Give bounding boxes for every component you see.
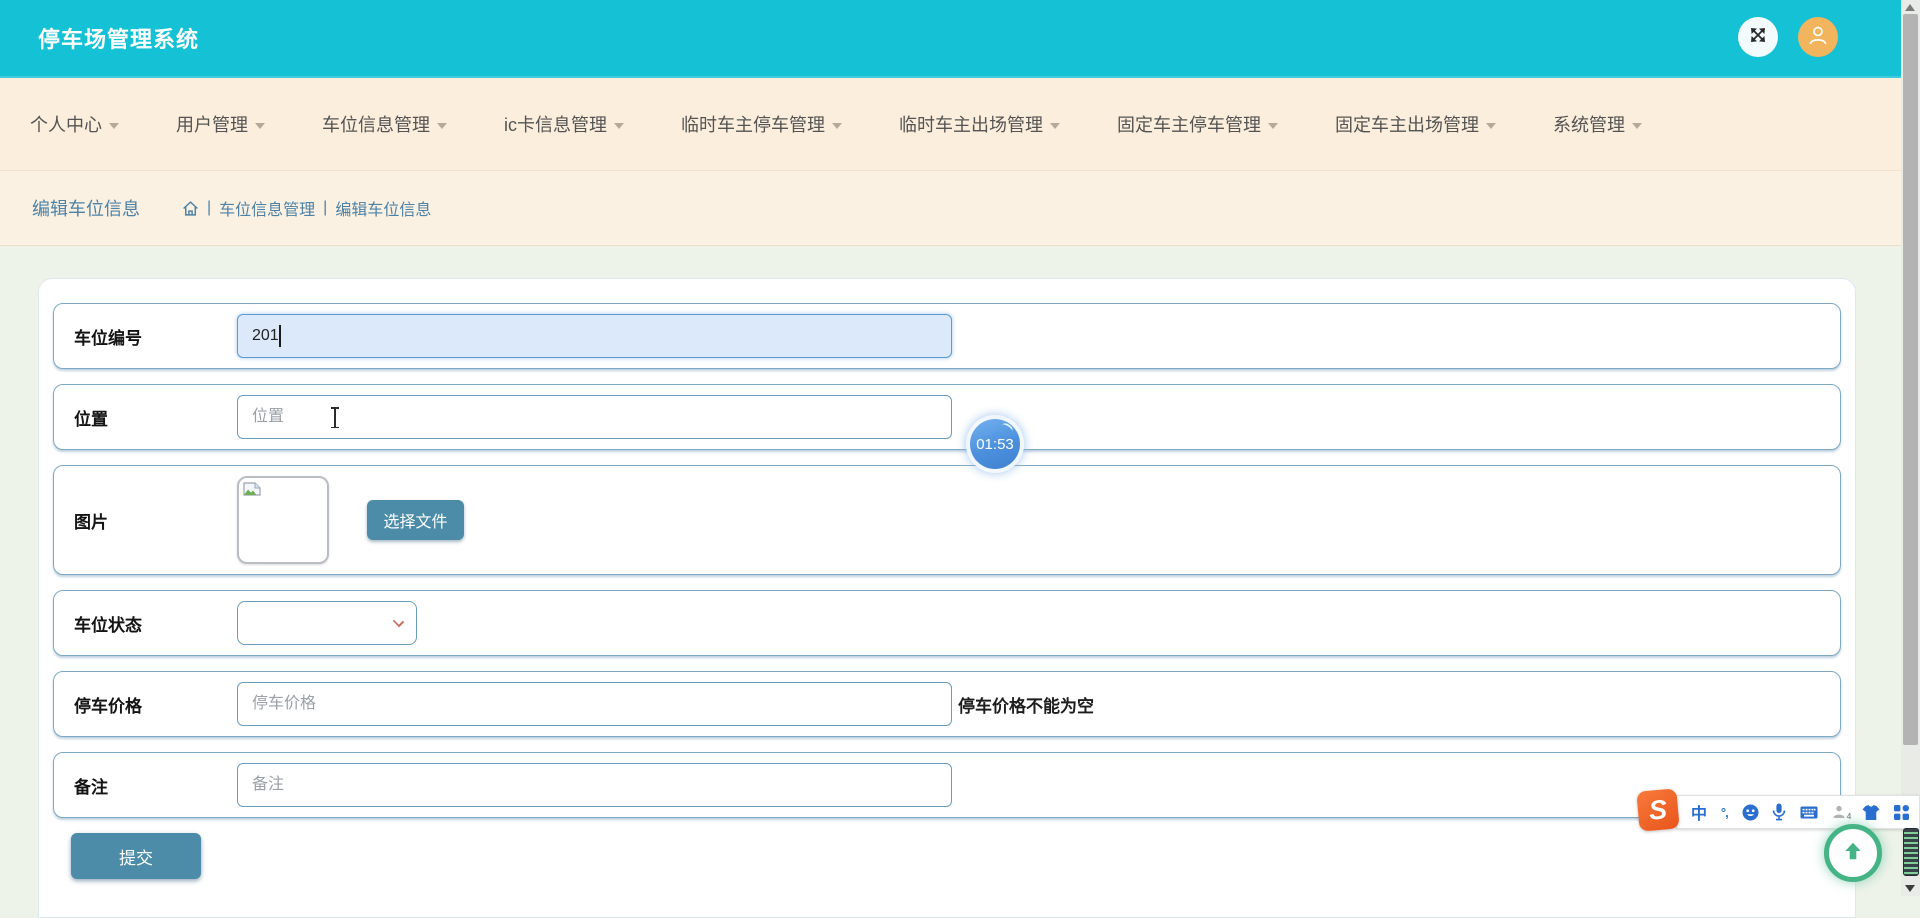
breadcrumb-separator: | xyxy=(207,199,212,216)
space-number-input[interactable] xyxy=(237,314,952,358)
chevron-down-icon xyxy=(1486,122,1496,129)
nav-item-fixed-owner-parking[interactable]: 固定车主停车管理 xyxy=(1117,111,1278,137)
ime-status-indicator xyxy=(1903,828,1919,876)
scrollbar-thumb[interactable] xyxy=(1903,14,1918,745)
sogou-ime-logo[interactable]: S xyxy=(1636,788,1680,832)
page-title: 编辑车位信息 xyxy=(32,199,140,219)
toolbox-grid-icon[interactable] xyxy=(1893,804,1909,820)
form-row-price: 停车价格 停车价格不能为空 xyxy=(53,671,1841,737)
nav-item-fixed-owner-exit[interactable]: 固定车主出场管理 xyxy=(1335,111,1496,137)
nav-item-temp-owner-parking[interactable]: 临时车主停车管理 xyxy=(681,111,842,137)
breadcrumb-bar: 编辑车位信息 | 车位信息管理 | 编辑车位信息 xyxy=(0,171,1901,246)
user-avatar[interactable] xyxy=(1798,17,1838,57)
ime-toolbar: 中 °, 4 xyxy=(1676,795,1920,829)
space-number-label: 车位编号 xyxy=(74,328,142,348)
breadcrumb-current: 编辑车位信息 xyxy=(335,202,432,219)
form-row-location: 位置 xyxy=(53,384,1841,450)
broken-image-icon xyxy=(243,482,262,507)
mouse-ibeam-cursor xyxy=(331,407,338,428)
remark-label: 备注 xyxy=(74,777,108,797)
nav-item-ic-card-info[interactable]: ic卡信息管理 xyxy=(504,111,624,137)
image-label: 图片 xyxy=(74,512,108,532)
nav-item-label: 车位信息管理 xyxy=(322,115,430,135)
status-select[interactable] xyxy=(237,601,417,645)
back-to-top-button[interactable] xyxy=(1824,824,1882,882)
edit-form-card: 车位编号 位置 图片 选择文件 车位状态 xyxy=(38,278,1856,918)
microphone-icon[interactable] xyxy=(1772,803,1786,821)
text-cursor xyxy=(279,325,281,347)
nav-item-parking-space-info[interactable]: 车位信息管理 xyxy=(322,111,447,137)
user-icon xyxy=(1806,23,1830,52)
form-row-status: 车位状态 xyxy=(53,590,1841,656)
form-row-image: 图片 选择文件 xyxy=(53,465,1841,575)
image-preview xyxy=(237,476,329,564)
chevron-down-icon xyxy=(109,122,119,129)
nav-item-system-management[interactable]: 系统管理 xyxy=(1553,111,1642,137)
account-icon[interactable]: 4 xyxy=(1832,805,1852,821)
sogou-logo-text: S xyxy=(1647,793,1669,826)
skin-tshirt-icon[interactable] xyxy=(1862,804,1880,820)
chevron-down-icon xyxy=(614,122,624,129)
recorder-time-text: 01:53 xyxy=(976,435,1014,453)
price-input[interactable] xyxy=(237,682,952,726)
nav-item-temp-owner-exit[interactable]: 临时车主出场管理 xyxy=(899,111,1060,137)
chevron-down-icon xyxy=(1268,122,1278,129)
nav-item-user-management[interactable]: 用户管理 xyxy=(176,111,265,137)
app-header: 停车场管理系统 xyxy=(0,0,1920,78)
vertical-scrollbar xyxy=(1901,0,1920,896)
chevron-down-icon xyxy=(1632,122,1642,129)
breadcrumb-separator: | xyxy=(323,199,328,216)
ime-chinese-mode-button[interactable]: 中 xyxy=(1691,800,1707,824)
nav-item-label: 用户管理 xyxy=(176,115,248,135)
arrow-up-icon xyxy=(1842,840,1864,867)
nav-item-personal-center[interactable]: 个人中心 xyxy=(30,111,119,137)
ime-punctuation-button[interactable]: °, xyxy=(1721,805,1729,820)
chevron-down-icon xyxy=(1050,122,1060,129)
submit-button[interactable]: 提交 xyxy=(71,833,201,879)
nav-item-label: 固定车主出场管理 xyxy=(1335,115,1479,135)
choose-file-button[interactable]: 选择文件 xyxy=(367,500,464,540)
price-error-message: 停车价格不能为空 xyxy=(958,696,1094,716)
breadcrumb: | 车位信息管理 | 编辑车位信息 xyxy=(182,196,431,220)
price-label: 停车价格 xyxy=(74,696,142,716)
main-nav: 个人中心 用户管理 车位信息管理 ic卡信息管理 临时车主停车管理 临时车主出场… xyxy=(0,78,1901,171)
location-input[interactable] xyxy=(237,395,952,439)
emoji-icon[interactable] xyxy=(1742,804,1759,821)
nav-item-label: 固定车主停车管理 xyxy=(1117,115,1261,135)
keyboard-icon[interactable] xyxy=(1800,806,1818,819)
screen-recorder-timer[interactable]: 01:53 xyxy=(966,415,1024,473)
chevron-down-icon xyxy=(832,122,842,129)
chevron-down-icon xyxy=(255,122,265,129)
fullscreen-button[interactable] xyxy=(1738,17,1778,57)
app-title: 停车场管理系统 xyxy=(38,27,200,52)
nav-item-label: 个人中心 xyxy=(30,115,102,135)
remark-input[interactable] xyxy=(237,763,952,807)
nav-item-label: ic卡信息管理 xyxy=(504,115,607,135)
home-icon[interactable] xyxy=(182,200,199,217)
nav-item-label: 临时车主停车管理 xyxy=(681,115,825,135)
nav-item-label: 系统管理 xyxy=(1553,115,1625,135)
scrollbar-up-button[interactable] xyxy=(1905,4,1915,11)
scrollbar-down-button[interactable] xyxy=(1905,885,1915,892)
form-row-remark: 备注 xyxy=(53,752,1841,818)
chevron-down-icon xyxy=(437,122,447,129)
nav-item-label: 临时车主出场管理 xyxy=(899,115,1043,135)
account-badge: 4 xyxy=(1846,812,1852,821)
fullscreen-icon xyxy=(1748,25,1768,50)
location-label: 位置 xyxy=(74,409,108,429)
status-label: 车位状态 xyxy=(74,615,142,635)
breadcrumb-link-section[interactable]: 车位信息管理 xyxy=(219,196,315,220)
form-row-space-number: 车位编号 xyxy=(53,303,1841,369)
